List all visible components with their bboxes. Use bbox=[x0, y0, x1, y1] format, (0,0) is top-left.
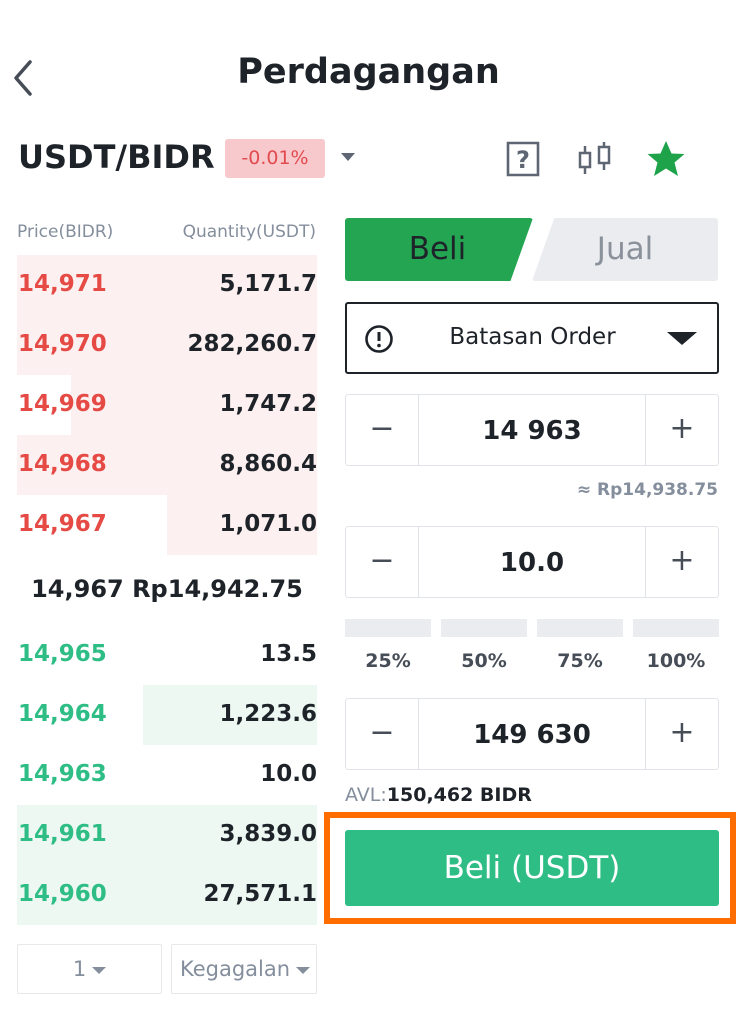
ask-price: 14,969 bbox=[18, 391, 107, 417]
ask-row[interactable]: 14,967 1,071.0 bbox=[17, 495, 317, 555]
bid-price: 14,961 bbox=[18, 821, 107, 847]
amount-minus-button[interactable]: − bbox=[346, 527, 419, 597]
triangle-down-icon bbox=[667, 332, 697, 345]
ask-price: 14,970 bbox=[18, 331, 107, 357]
available-label: AVL: bbox=[345, 784, 387, 806]
bid-qty: 27,571.1 bbox=[203, 881, 318, 907]
percent-label-100[interactable]: 100% bbox=[633, 650, 719, 672]
available-balance: AVL:150,462 BIDR bbox=[345, 784, 532, 806]
total-stepper: − 149 630 + bbox=[345, 698, 719, 770]
ask-price: 14,967 bbox=[18, 511, 107, 537]
percent-bar-50[interactable] bbox=[441, 619, 527, 637]
price-minus-button[interactable]: − bbox=[346, 395, 419, 465]
candlestick-chart-icon[interactable] bbox=[576, 140, 614, 178]
ask-row[interactable]: 14,970 282,260.7 bbox=[17, 315, 317, 375]
svg-text:?: ? bbox=[516, 146, 530, 174]
bid-row[interactable]: 14,964 1,223.6 bbox=[17, 685, 317, 745]
bid-price: 14,964 bbox=[18, 701, 107, 727]
percent-label-75[interactable]: 75% bbox=[537, 650, 623, 672]
bid-price: 14,960 bbox=[18, 881, 107, 907]
bid-row[interactable]: 14,965 13.5 bbox=[17, 625, 317, 685]
orderbook-price-header: Price(BIDR) bbox=[17, 222, 114, 242]
filter-select[interactable]: Kegagalan bbox=[171, 944, 317, 994]
buy-submit-button[interactable]: Beli (USDT) bbox=[345, 830, 719, 906]
bid-price: 14,963 bbox=[18, 761, 107, 787]
amount-input[interactable]: 10.0 bbox=[418, 527, 646, 597]
filter-value: Kegagalan bbox=[180, 957, 291, 981]
percent-bar-25[interactable] bbox=[345, 619, 431, 637]
available-value: 150,462 BIDR bbox=[386, 784, 532, 806]
price-input[interactable]: 14 963 bbox=[418, 395, 646, 465]
pair-name[interactable]: USDT/BIDR bbox=[18, 138, 215, 176]
bid-qty: 1,223.6 bbox=[219, 701, 318, 727]
price-stepper: − 14 963 + bbox=[345, 394, 719, 466]
bid-row[interactable]: 14,960 27,571.1 bbox=[17, 865, 317, 925]
order-type-label: Batasan Order bbox=[449, 324, 616, 350]
bid-row[interactable]: 14,961 3,839.0 bbox=[17, 805, 317, 865]
info-alert-icon[interactable] bbox=[364, 324, 394, 354]
pair-dropdown-caret-icon[interactable] bbox=[340, 150, 356, 164]
total-minus-button[interactable]: − bbox=[346, 699, 419, 769]
orderbook-qty-header: Quantity(USDT) bbox=[182, 222, 316, 242]
ask-qty: 8,860.4 bbox=[219, 451, 318, 477]
precision-value: 1 bbox=[72, 957, 87, 981]
total-plus-button[interactable]: + bbox=[645, 699, 718, 769]
price-change-badge: -0.01% bbox=[225, 139, 325, 178]
percent-bar-75[interactable] bbox=[537, 619, 623, 637]
bid-qty: 10.0 bbox=[260, 761, 317, 787]
price-plus-button[interactable]: + bbox=[645, 395, 718, 465]
bid-qty: 13.5 bbox=[260, 641, 317, 667]
ask-price: 14,968 bbox=[18, 451, 107, 477]
tab-sell-label[interactable]: Jual bbox=[545, 231, 705, 267]
amount-stepper: − 10.0 + bbox=[345, 526, 719, 598]
approx-fiat-value: ≈ Rp14,938.75 bbox=[576, 480, 718, 500]
ask-qty: 282,260.7 bbox=[187, 331, 318, 357]
ask-row[interactable]: 14,968 8,860.4 bbox=[17, 435, 317, 495]
chevron-down-icon bbox=[296, 966, 311, 974]
amount-plus-button[interactable]: + bbox=[645, 527, 718, 597]
favorite-star-icon[interactable] bbox=[646, 139, 686, 179]
total-input[interactable]: 149 630 bbox=[418, 699, 646, 769]
ask-qty: 5,171.7 bbox=[219, 271, 318, 297]
bid-qty: 3,839.0 bbox=[219, 821, 318, 847]
ask-row[interactable]: 14,971 5,171.7 bbox=[17, 255, 317, 315]
percent-bar-100[interactable] bbox=[633, 619, 719, 637]
bid-price: 14,965 bbox=[18, 641, 107, 667]
ask-qty: 1,747.2 bbox=[219, 391, 318, 417]
precision-select[interactable]: 1 bbox=[17, 944, 162, 994]
percent-label-25[interactable]: 25% bbox=[345, 650, 431, 672]
help-icon[interactable]: ? bbox=[505, 140, 541, 178]
ask-price: 14,971 bbox=[18, 271, 107, 297]
chevron-down-icon bbox=[92, 966, 107, 974]
page-title: Perdagangan bbox=[237, 52, 500, 92]
ask-row[interactable]: 14,969 1,747.2 bbox=[17, 375, 317, 435]
percent-label-50[interactable]: 50% bbox=[441, 650, 527, 672]
tab-buy-label[interactable]: Beli bbox=[345, 231, 530, 267]
ask-qty: 1,071.0 bbox=[219, 511, 318, 537]
last-price: 14,967 Rp14,942.75 bbox=[31, 575, 303, 603]
bid-row[interactable]: 14,963 10.0 bbox=[17, 745, 317, 805]
